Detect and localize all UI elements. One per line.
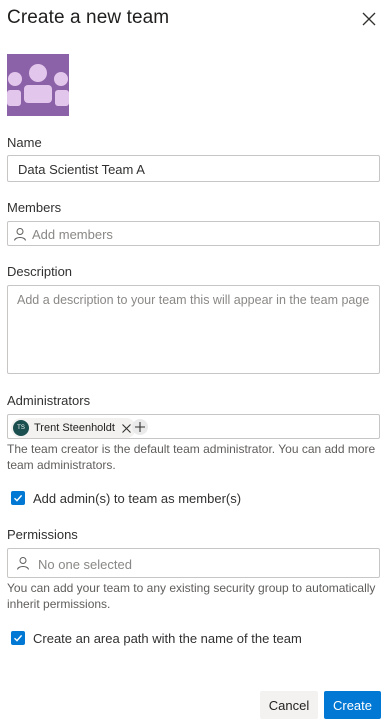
permissions-help: You can add your team to any existing se… (7, 581, 376, 611)
person-icon (14, 228, 26, 241)
close-icon[interactable] (361, 11, 377, 27)
administrators-input[interactable]: TS Trent Steenholdt (7, 414, 380, 439)
area-path-checkbox[interactable] (11, 631, 25, 645)
checkmark-icon (14, 494, 23, 502)
create-button[interactable]: Create (324, 691, 381, 719)
remove-icon[interactable] (121, 423, 132, 434)
permissions-input[interactable]: No one selected (7, 548, 380, 578)
description-placeholder: Add a description to your team this will… (17, 293, 370, 307)
avatar: TS (13, 420, 29, 436)
add-admin-checkbox-label[interactable]: Add admin(s) to team as member(s) (33, 491, 241, 506)
members-label: Members (7, 200, 62, 215)
permissions-placeholder: No one selected (38, 557, 132, 572)
administrators-label: Administrators (7, 393, 91, 408)
admin-chip-name: Trent Steenholdt (34, 422, 115, 434)
name-field[interactable]: Data Scientist Team A (7, 155, 380, 182)
administrators-help: The team creator is the default team adm… (7, 442, 376, 472)
members-input[interactable]: Add members (7, 221, 380, 246)
name-label: Name (7, 135, 42, 150)
name-value: Data Scientist Team A (18, 162, 145, 177)
team-avatar-icon (7, 64, 69, 106)
permissions-label: Permissions (7, 527, 78, 542)
cancel-button[interactable]: Cancel (260, 691, 318, 719)
description-label: Description (7, 264, 73, 279)
dialog-title: Create a new team (7, 7, 170, 28)
checkmark-icon (14, 634, 23, 642)
add-icon (135, 422, 145, 432)
description-textarea[interactable]: Add a description to your team this will… (7, 285, 380, 374)
admin-chip: TS Trent Steenholdt (11, 418, 136, 438)
members-placeholder: Add members (32, 227, 113, 242)
add-admin-checkbox[interactable] (11, 491, 25, 505)
person-icon (17, 557, 29, 570)
team-avatar[interactable] (7, 54, 69, 116)
area-path-checkbox-label[interactable]: Create an area path with the name of the… (33, 631, 302, 646)
add-admin-button[interactable] (132, 419, 148, 435)
